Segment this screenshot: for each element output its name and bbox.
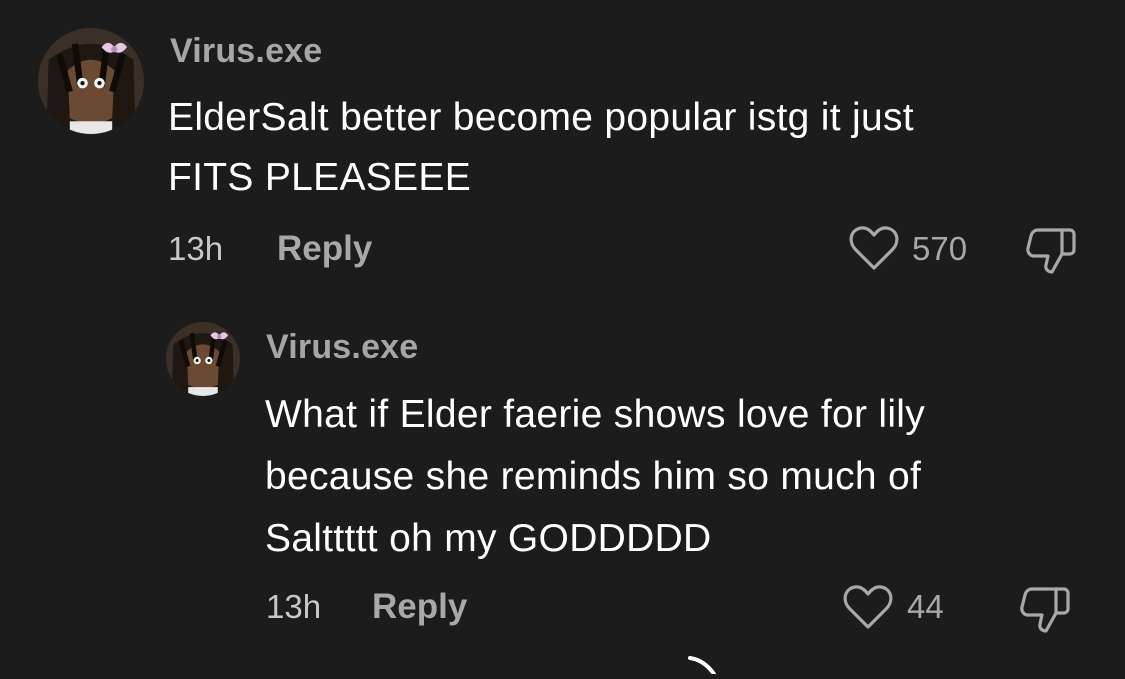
thumbs-down-outline-icon[interactable] (1024, 224, 1078, 276)
heart-outline-icon[interactable] (842, 583, 894, 631)
comment-text-line: What if Elder faerie shows love for lily (265, 393, 926, 436)
reply-button[interactable]: Reply (277, 229, 372, 269)
reply-comment-item: Virus.exe What if Elder faerie shows lov… (0, 300, 1125, 674)
thumbs-down-outline-icon[interactable] (1018, 583, 1072, 635)
comment-text-line: because she reminds him so much of (265, 455, 922, 498)
partial-icon-fragment (684, 654, 724, 676)
comment-text: What if Elder faerie shows love for lily… (265, 384, 925, 570)
comment-username[interactable]: Virus.exe (170, 32, 322, 71)
comment-text-line: ElderSalt better become popular istg it … (168, 96, 914, 139)
reply-button[interactable]: Reply (372, 587, 467, 627)
comment-text-line: FITS PLEASEEE (168, 156, 472, 199)
comment-text-line: Salttttt oh my GODDDDD (265, 517, 712, 560)
like-count: 570 (912, 230, 968, 267)
comment-timestamp: 13h (168, 230, 224, 267)
comment-text: ElderSalt better become popular istg it … (168, 88, 914, 208)
avatar-image (166, 322, 240, 396)
comment-timestamp: 13h (266, 588, 322, 625)
avatar-image (38, 28, 144, 134)
avatar[interactable] (38, 28, 144, 134)
heart-outline-icon[interactable] (848, 224, 900, 272)
avatar[interactable] (166, 322, 240, 396)
comment-item: Virus.exe ElderSalt better become popula… (0, 0, 1125, 300)
like-count: 44 (907, 588, 944, 625)
comment-username[interactable]: Virus.exe (266, 328, 418, 367)
